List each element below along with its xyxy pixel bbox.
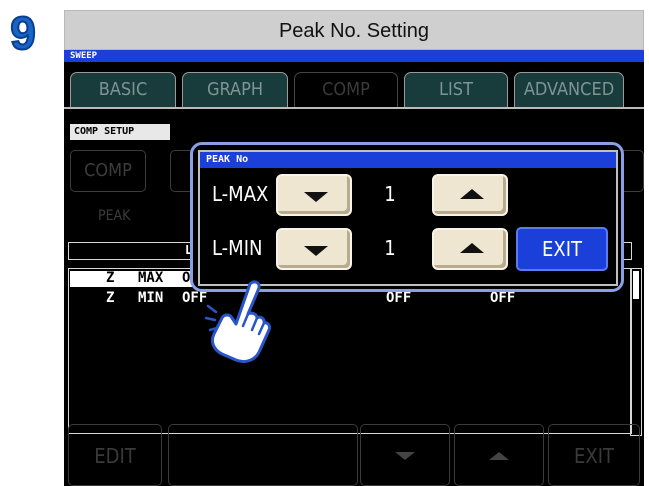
tab-basic[interactable]: BASIC xyxy=(70,72,176,108)
list-scrollbar[interactable] xyxy=(630,268,642,436)
row-type: MAX xyxy=(138,270,164,286)
l-min-decrement-button[interactable] xyxy=(276,228,352,270)
l-min-value: 1 xyxy=(384,236,396,260)
instrument-screen: SWEEP BASIC GRAPH COMP LIST ADVANCED COM… xyxy=(64,50,644,486)
empty-button xyxy=(168,424,358,486)
l-min-label: L-MIN xyxy=(212,236,263,260)
triangle-down-icon xyxy=(304,246,328,256)
row-value: OFF xyxy=(386,290,412,306)
tab-list[interactable]: LIST xyxy=(404,72,508,108)
peak-label: PEAK xyxy=(98,208,131,224)
section-label: COMP SETUP xyxy=(70,124,170,140)
dialog-title: PEAK No xyxy=(200,152,616,168)
row-type: MIN xyxy=(138,290,164,306)
triangle-up-icon xyxy=(460,189,484,199)
edit-button[interactable]: EDIT xyxy=(68,424,162,486)
l-min-increment-button[interactable] xyxy=(432,228,508,270)
triangle-up-icon xyxy=(460,243,484,253)
chevron-down-icon xyxy=(395,452,415,460)
page-title: Peak No. Setting xyxy=(64,10,644,50)
scroll-down-button[interactable] xyxy=(360,424,450,486)
row-param: Z xyxy=(106,270,115,286)
tab-divider xyxy=(64,107,644,109)
tab-comp[interactable]: COMP xyxy=(294,72,398,108)
step-number: 9 xyxy=(9,7,37,59)
triangle-down-icon xyxy=(304,192,328,202)
l-max-value: 1 xyxy=(384,182,396,206)
comp-button[interactable]: COMP xyxy=(70,150,146,192)
peak-no-dialog: PEAK No L-MAX 1 L-MIN 1 EXIT xyxy=(198,150,618,286)
row-value: OFF xyxy=(490,290,516,306)
tab-graph[interactable]: GRAPH xyxy=(182,72,288,108)
chevron-up-icon xyxy=(489,452,509,460)
row-param: Z xyxy=(106,290,115,306)
mode-bar: SWEEP xyxy=(64,50,644,62)
scroll-thumb[interactable] xyxy=(633,271,639,299)
table-row[interactable]: Z MIN OFF OFF OFF xyxy=(70,290,630,308)
tab-advanced[interactable]: ADVANCED xyxy=(514,72,624,108)
exit-button-background[interactable]: EXIT xyxy=(548,424,640,486)
pointing-hand-icon xyxy=(204,280,271,364)
l-max-increment-button[interactable] xyxy=(432,174,508,216)
scroll-up-button[interactable] xyxy=(454,424,544,486)
l-max-decrement-button[interactable] xyxy=(276,174,352,216)
dialog-exit-button[interactable]: EXIT xyxy=(516,227,608,271)
l-max-label: L-MAX xyxy=(212,182,269,206)
